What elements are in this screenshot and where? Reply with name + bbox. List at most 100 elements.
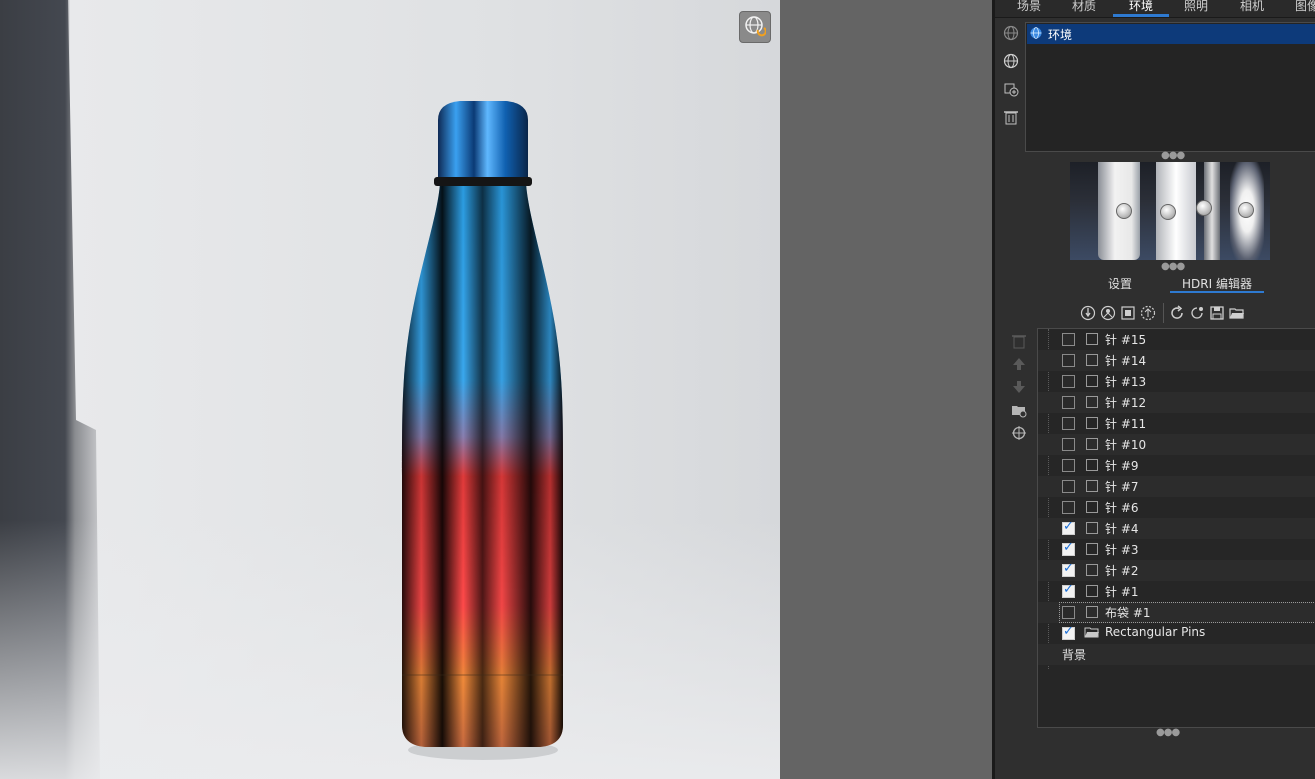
add-spot-icon[interactable]	[1099, 304, 1117, 322]
save-icon[interactable]	[1208, 304, 1226, 322]
tree-row[interactable]: 针 #10	[1038, 434, 1315, 455]
properties-panel: 场景 材质 环境 照明 相机 图像 环境 ●●● ●●● 设置 HDRI 编辑器…	[995, 0, 1315, 779]
tree-row-label: 背景	[1062, 648, 1087, 662]
pin-type-icon	[1086, 606, 1098, 618]
resize-handle-icon[interactable]: ●●●	[1156, 727, 1180, 738]
pin-type-icon	[1086, 438, 1098, 450]
tab-camera[interactable]: 相机	[1240, 0, 1264, 14]
tree-row[interactable]: 布袋 #1	[1038, 602, 1315, 623]
new-folder-icon[interactable]	[1009, 399, 1029, 421]
tab-hdri-editor[interactable]: HDRI 编辑器	[1182, 275, 1252, 292]
delete-icon[interactable]	[1009, 330, 1029, 352]
tree-row-label: 针 #12	[1105, 396, 1147, 410]
tab-materials[interactable]: 材质	[1072, 0, 1096, 14]
hdri-pin-handle[interactable]	[1238, 202, 1254, 218]
visibility-checkbox[interactable]	[1062, 582, 1075, 598]
pin-type-icon	[1086, 480, 1098, 492]
visibility-checkbox[interactable]	[1062, 354, 1075, 367]
environment-library-icon[interactable]	[1001, 23, 1021, 43]
pin-type-icon	[1086, 459, 1098, 471]
tree-row[interactable]: 针 #6	[1038, 497, 1315, 518]
move-up-icon[interactable]	[1009, 353, 1029, 375]
pin-type-icon	[1086, 585, 1098, 597]
visibility-checkbox[interactable]	[1062, 333, 1075, 346]
tab-lighting[interactable]: 照明	[1184, 0, 1208, 14]
hdri-preview[interactable]	[1070, 162, 1270, 260]
tree-row-label: 针 #6	[1105, 501, 1139, 515]
visibility-checkbox[interactable]	[1062, 606, 1075, 619]
visibility-checkbox[interactable]	[1062, 396, 1075, 409]
delete-environment-icon[interactable]	[1001, 107, 1021, 127]
hdri-pin-handle[interactable]	[1116, 203, 1132, 219]
hdri-toolbar	[1079, 302, 1248, 324]
tree-row[interactable]: 针 #9	[1038, 455, 1315, 476]
visibility-checkbox[interactable]	[1062, 417, 1075, 430]
tree-row-label: 针 #4	[1105, 522, 1139, 536]
duplicate-environment-icon[interactable]	[1001, 79, 1021, 99]
resize-handle-icon[interactable]: ●●●	[1161, 261, 1185, 272]
open-folder-icon[interactable]	[1228, 304, 1246, 322]
add-pin-icon[interactable]	[1079, 304, 1097, 322]
refresh-icon[interactable]	[1168, 304, 1186, 322]
tree-row[interactable]: 针 #14	[1038, 350, 1315, 371]
tree-row-label: 针 #1	[1105, 585, 1139, 599]
tab-settings[interactable]: 设置	[1108, 275, 1132, 292]
tree-row[interactable]: Rectangular Pins	[1038, 623, 1315, 644]
target-icon[interactable]	[1009, 422, 1029, 444]
sun-pin-icon[interactable]	[1188, 304, 1206, 322]
visibility-checkbox[interactable]	[1062, 480, 1075, 493]
active-subtab-indicator	[1170, 291, 1264, 293]
environment-list-item[interactable]: 环境	[1027, 24, 1315, 44]
visibility-checkbox[interactable]	[1062, 624, 1075, 640]
tree-row[interactable]: 针 #2	[1038, 560, 1315, 581]
tree-row-label: 针 #11	[1105, 417, 1147, 431]
tree-row-label: 针 #15	[1105, 333, 1147, 347]
tree-row[interactable]: 针 #4	[1038, 518, 1315, 539]
resize-handle-icon[interactable]: ●●●	[1161, 150, 1185, 161]
tree-row-label: 针 #9	[1105, 459, 1139, 473]
environment-list: 环境	[1025, 22, 1315, 152]
pin-type-icon	[1086, 396, 1098, 408]
pin-type-icon	[1086, 354, 1098, 366]
bottle-render	[402, 101, 563, 760]
hdri-pin-handle[interactable]	[1196, 200, 1212, 216]
tab-scene[interactable]: 场景	[1017, 0, 1041, 14]
pin-type-icon	[1086, 375, 1098, 387]
folder-icon	[1084, 626, 1100, 639]
visibility-checkbox[interactable]	[1062, 459, 1075, 472]
tree-row-label: 针 #2	[1105, 564, 1139, 578]
globe-icon	[1030, 26, 1042, 42]
tree-row[interactable]: 背景	[1038, 644, 1315, 665]
sub-tabs: 设置 HDRI 编辑器	[1070, 273, 1270, 293]
add-environment-icon[interactable]	[1001, 51, 1021, 71]
visibility-checkbox[interactable]	[1062, 501, 1075, 514]
add-image-pin-icon[interactable]	[1139, 304, 1157, 322]
tree-row[interactable]: 针 #13	[1038, 371, 1315, 392]
tree-row[interactable]: 针 #3	[1038, 539, 1315, 560]
tree-row[interactable]: 针 #1	[1038, 581, 1315, 602]
tree-row-label: Rectangular Pins	[1105, 625, 1206, 639]
pin-type-icon	[1086, 333, 1098, 345]
main-tabs: 场景 材质 环境 照明 相机 图像	[995, 0, 1315, 18]
environment-refresh-button[interactable]	[739, 11, 771, 43]
visibility-checkbox[interactable]	[1062, 438, 1075, 451]
active-tab-indicator	[1113, 14, 1169, 17]
visibility-checkbox[interactable]	[1062, 375, 1075, 388]
tree-row[interactable]: 针 #7	[1038, 476, 1315, 497]
visibility-checkbox[interactable]	[1062, 519, 1075, 535]
hdri-pin-handle[interactable]	[1160, 204, 1176, 220]
viewport-gutter	[780, 0, 992, 779]
visibility-checkbox[interactable]	[1062, 540, 1075, 556]
tree-row-label: 针 #14	[1105, 354, 1147, 368]
tree-row[interactable]: 针 #12	[1038, 392, 1315, 413]
visibility-checkbox[interactable]	[1062, 561, 1075, 577]
tree-row-label: 针 #7	[1105, 480, 1139, 494]
move-down-icon[interactable]	[1009, 376, 1029, 398]
tree-row[interactable]: 针 #15	[1038, 329, 1315, 350]
render-viewport[interactable]	[0, 0, 780, 779]
tab-environment[interactable]: 环境	[1129, 0, 1153, 14]
tab-image[interactable]: 图像	[1295, 0, 1315, 14]
tree-row[interactable]: 针 #11	[1038, 413, 1315, 434]
pin-type-icon	[1086, 501, 1098, 513]
add-rectangle-icon[interactable]	[1119, 304, 1137, 322]
